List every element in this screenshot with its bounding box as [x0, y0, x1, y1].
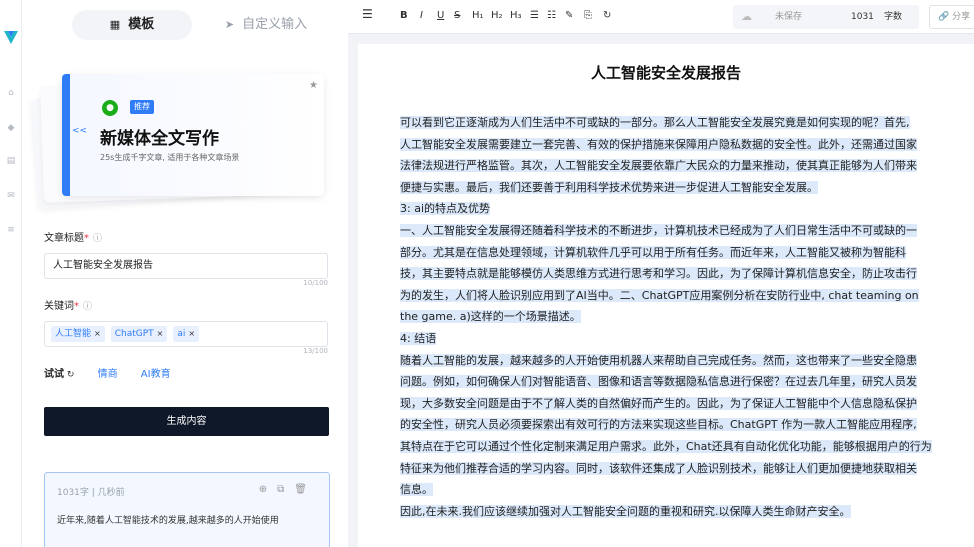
paragraph-line: 一、人工智能安全发展得还随着科学技术的不断进步，计算机技术已经成为了人们日常生活…	[400, 223, 917, 237]
cloud-icon: ☁	[741, 10, 752, 23]
paragraph-line: 的安全性，研究人员必须要探索出有效可行的方法来实现这些目标。ChatGPT 作为…	[400, 418, 917, 432]
keywords-input[interactable]: 人工智能 × ChatGPT × ai ×	[44, 321, 328, 347]
wechat-icon: ●	[102, 100, 118, 116]
grid-icon: ▦	[109, 18, 121, 31]
editor-panel: ☰ B I U S H₁ H₂ H₃ ☰ ☷ ✎ ⎘ ↻ ☁ 未保存 1031 …	[348, 0, 974, 547]
paragraph-line: the game. a)这样的一个场景描述。	[400, 310, 581, 324]
save-status: 未保存	[775, 12, 803, 22]
template-card[interactable]: << ● 推荐 新媒体全文写作 25s生成千字文章, 适用于各种文章场景 ★	[62, 74, 324, 196]
collapse-icon[interactable]: <<	[72, 126, 87, 136]
outline-icon[interactable]: ☰	[362, 7, 373, 21]
suggestion-link[interactable]: AI教育	[141, 369, 171, 380]
template-card-stack: << ● 推荐 新媒体全文写作 25s生成千字文章, 适用于各种文章场景 ★	[30, 60, 334, 210]
result-text: 近年来,随着人工智能技术的发展,越来越多的人开始使用	[57, 516, 279, 526]
share-button[interactable]: 🔗 分享	[929, 5, 974, 29]
copy-icon[interactable]: ⧉	[277, 484, 294, 495]
info-icon: ⓘ	[83, 302, 93, 312]
card-title: 新媒体全文写作	[100, 129, 219, 149]
paragraph-line: 特征来为他们推荐合适的学习内容。同时，该软件还集成了人脸识别技术，能够让人们更加…	[400, 461, 917, 475]
tab-custom-input-label: 自定义输入	[242, 17, 308, 32]
paragraph-line: 人工智能安全发展需要建立一套完善、有效的保护措施来保障用户隐私数据的安全性。此外…	[400, 137, 917, 151]
bold-button[interactable]: B	[400, 10, 408, 21]
card-subtitle: 25s生成千字文章, 适用于各种文章场景	[100, 153, 240, 162]
mail-icon[interactable]: ✉	[5, 191, 17, 201]
tab-template[interactable]: ▦ 模板	[72, 10, 192, 40]
remove-icon[interactable]: ×	[188, 329, 195, 338]
tab-template-label: 模板	[128, 17, 155, 32]
keywords-label: 关键词* ⓘ	[44, 301, 93, 312]
paragraph-line: 便捷与实惠。最后，我们还要善于利用科学技术优势来进一步促进人工智能安全发展。	[400, 180, 818, 194]
result-preview-card[interactable]: 1031字 | 几秒前 ⊕⧉🗑 近年来,随着人工智能技术的发展,越来越多的人开始…	[44, 472, 330, 547]
star-icon[interactable]: ★	[309, 80, 318, 91]
insert-icon[interactable]: ⊕	[259, 484, 277, 495]
tab-custom-input[interactable]: ➤ 自定义输入	[202, 10, 330, 40]
document-icon[interactable]: ▤	[5, 156, 17, 166]
paragraph-line: 4: 结语	[400, 331, 437, 345]
title-char-count: 10/100	[303, 279, 328, 287]
paragraph-line: 信息。	[400, 483, 433, 497]
keyword-chip: 人工智能 ×	[51, 326, 105, 342]
paragraph-line: 现，大多数安全问题是由于不了解人类的自然偏好而产生的。因此，为了保证人工智能中个…	[400, 396, 917, 410]
paragraph-line: 可以看到它正逐渐成为人们生活中不可或缺的一部分。那么人工智能安全发展究竟是如何实…	[400, 116, 910, 129]
left-panel: ▦ 模板 ➤ 自定义输入 << ● 推荐 新媒体全文写作 25s生成千字文章, 适用…	[22, 0, 348, 547]
italic-button[interactable]: I	[420, 10, 423, 21]
heading2-button[interactable]: H₂	[491, 10, 503, 21]
heading3-button[interactable]: H₃	[510, 10, 522, 21]
generate-button[interactable]: 生成内容	[44, 407, 329, 436]
refresh-icon[interactable]: ↻	[64, 370, 75, 380]
card-accent-bar	[62, 74, 70, 196]
document-page[interactable]: 人工智能安全发展报告 可以看到它正逐渐成为人们生活中不可或缺的一部分。那么人工智…	[358, 44, 974, 547]
database-icon[interactable]: ≡	[5, 225, 17, 235]
try-label: 试试	[44, 369, 64, 380]
strikethrough-button[interactable]: S	[454, 10, 460, 21]
word-count-label: 字数	[884, 12, 903, 22]
underline-button[interactable]: U	[437, 10, 444, 21]
side-rail: ⌂ ◆ ▤ ✉ ≡	[0, 0, 22, 547]
title-input[interactable]: 人工智能安全发展报告	[44, 253, 328, 279]
result-actions: ⊕⧉🗑	[259, 484, 317, 495]
paragraph-line: 法律法规进行严格监管。其次，人工智能安全发展要依靠广大民众的力量来推动，使其真正…	[400, 159, 917, 173]
heading1-button[interactable]: H₁	[472, 10, 484, 21]
try-suggestions: 试试 ↻ 情商 AI教育	[44, 365, 171, 380]
title-label: 文章标题* ⓘ	[44, 233, 103, 244]
suggestion-link[interactable]: 情商	[98, 369, 118, 380]
home-icon[interactable]: ⌂	[5, 88, 17, 98]
result-meta: 1031字 | 几秒前	[57, 488, 125, 498]
logo-icon[interactable]	[2, 28, 20, 46]
paragraph-line: 问题。例如，如何确保人们对智能语音、图像和语言等数据隐私信息进行保密？在过去几年…	[400, 375, 917, 389]
info-icon: ⓘ	[93, 234, 103, 244]
word-count: 1031	[851, 12, 874, 22]
delete-icon[interactable]: 🗑	[294, 484, 317, 495]
paragraph-line: 其特点在于它可以通过个性化定制来满足用户需求。此外，Chat还具有自动化优化功能…	[400, 439, 932, 453]
remove-icon[interactable]: ×	[94, 329, 101, 338]
keywords-char-count: 13/100	[303, 347, 328, 355]
ordered-list-icon[interactable]: ☷	[547, 10, 556, 21]
paragraph-line: 3: ai的特点及优势	[400, 202, 490, 216]
paragraph-line: 随着人工智能的发展，越来越多的人开始使用机器人来帮助自己完成任务。然而，这也带来…	[400, 353, 917, 367]
document-title: 人工智能安全发展报告	[590, 64, 741, 82]
keyword-chip: ai ×	[173, 326, 200, 342]
copy-format-icon[interactable]: ⎘	[584, 10, 592, 21]
recommended-badge: 推荐	[130, 100, 154, 114]
keyword-chip: ChatGPT ×	[110, 326, 168, 342]
document-body[interactable]: 可以看到它正逐渐成为人们生活中不可或缺的一部分。那么人工智能安全发展究竟是如何实…	[400, 112, 970, 522]
paragraph-line: 为的发生，人们将人脸识别应用到了AI当中。二、ChatGPT应用案例分析在安防行…	[400, 288, 919, 302]
mode-tabs: ▦ 模板 ➤ 自定义输入	[72, 10, 330, 40]
pen-icon[interactable]: ✎	[565, 10, 573, 21]
bullet-list-icon[interactable]: ☰	[530, 10, 539, 21]
link-icon: 🔗	[938, 12, 953, 22]
paragraph-line: 部分。尤其是在信息处理领域，计算机软件几乎可以用于所有任务。而近年来，人工智能又…	[400, 245, 906, 259]
paragraph-line: 因此,在未来.我们应该继续加强对人工智能安全问题的重视和研究.以保障人类生命财产…	[400, 504, 851, 518]
editor-toolbar: ☰ B I U S H₁ H₂ H₃ ☰ ☷ ✎ ⎘ ↻ ☁ 未保存 1031 …	[348, 0, 974, 34]
save-status-box: ☁ 未保存 1031 字数	[733, 5, 919, 29]
paragraph-line: 技，其主要特点就是能够模仿人类思维方式进行思考和学习。因此，为了保障计算机信息安…	[400, 267, 917, 281]
tag-icon[interactable]: ◆	[5, 123, 17, 133]
redo-icon[interactable]: ↻	[603, 10, 611, 21]
remove-icon[interactable]: ×	[157, 329, 164, 338]
cursor-icon: ➤	[224, 18, 235, 31]
